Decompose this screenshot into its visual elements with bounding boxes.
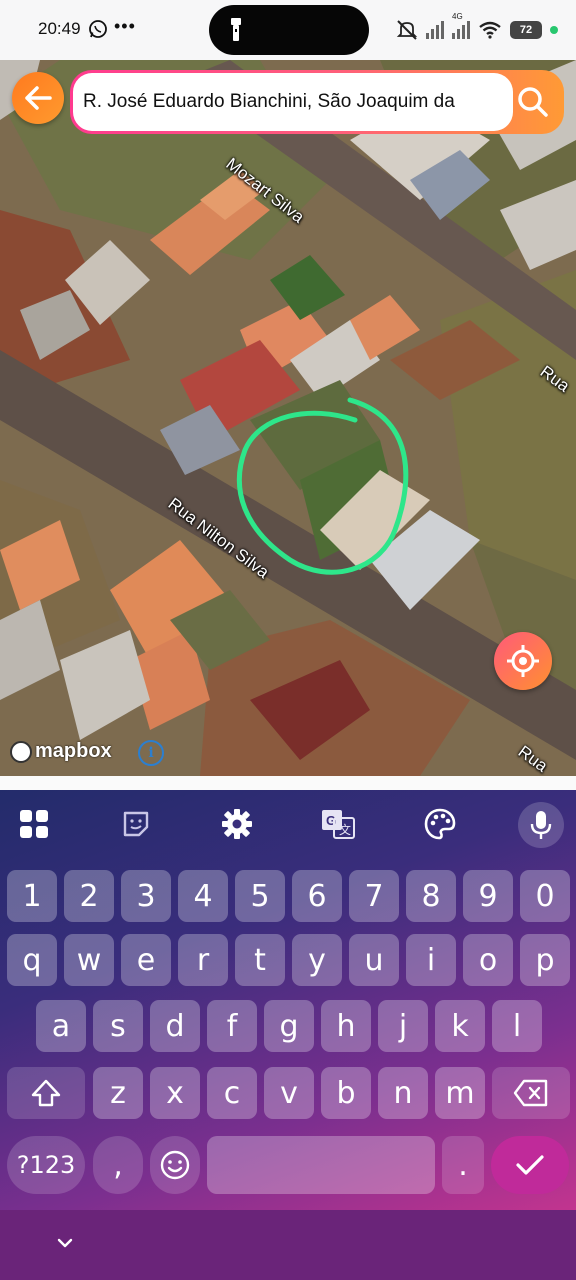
status-bar: 20:49 ••• 4G 72 (0, 0, 576, 60)
privacy-indicator-dot (550, 26, 558, 34)
symbols-key[interactable]: ?123 (7, 1136, 85, 1194)
key-r[interactable]: r (178, 934, 228, 986)
mapbox-logo-text: mapbox (35, 740, 112, 762)
comma-key[interactable]: , (93, 1136, 143, 1194)
keyboard: G 文 1 2 3 4 5 6 7 8 9 0 q w e r t y u i … (0, 790, 576, 1210)
sticker-icon (123, 811, 149, 837)
key-j[interactable]: j (378, 1000, 428, 1052)
status-time: 20:49 (38, 19, 81, 38)
wifi-icon (479, 21, 501, 39)
key-l[interactable]: l (492, 1000, 542, 1052)
space-key[interactable] (207, 1136, 435, 1194)
mapbox-logo[interactable]: mapbox (10, 740, 112, 763)
enter-key[interactable] (491, 1136, 569, 1194)
attribution-info-button[interactable]: i (138, 740, 164, 766)
keyboard-toolbar: G 文 (0, 790, 576, 860)
key-q[interactable]: q (7, 934, 57, 986)
mute-icon (396, 20, 418, 40)
search-button[interactable] (508, 77, 558, 127)
key-2[interactable]: 2 (64, 870, 114, 922)
key-x[interactable]: x (150, 1067, 200, 1119)
my-location-button[interactable] (494, 632, 552, 690)
key-i[interactable]: i (406, 934, 456, 986)
shift-key[interactable] (7, 1067, 85, 1119)
flashlight-icon (231, 18, 241, 41)
crosshair-icon (507, 645, 539, 677)
camera-island (209, 5, 369, 55)
theme-button[interactable] (420, 804, 460, 844)
key-o[interactable]: o (463, 934, 513, 986)
key-e[interactable]: e (121, 934, 171, 986)
navigation-bar (0, 1210, 576, 1280)
key-h[interactable]: h (321, 1000, 371, 1052)
translate-button[interactable]: G 文 (318, 804, 358, 844)
period-key[interactable]: . (442, 1136, 484, 1194)
key-1[interactable]: 1 (7, 870, 57, 922)
key-m[interactable]: m (435, 1067, 485, 1119)
key-n[interactable]: n (378, 1067, 428, 1119)
apps-grid-button[interactable] (14, 804, 54, 844)
key-s[interactable]: s (93, 1000, 143, 1052)
key-u[interactable]: u (349, 934, 399, 986)
voice-input-button[interactable] (518, 802, 564, 848)
key-p[interactable]: p (520, 934, 570, 986)
emoji-key[interactable] (150, 1136, 200, 1194)
whatsapp-icon (89, 20, 107, 38)
key-a[interactable]: a (36, 1000, 86, 1052)
battery-indicator: 72 (510, 21, 542, 39)
sticker-button[interactable] (116, 804, 156, 844)
more-notifications-icon: ••• (114, 16, 136, 36)
hide-keyboard-chevron-down-icon[interactable] (54, 1232, 76, 1254)
back-button[interactable] (12, 72, 64, 124)
key-g[interactable]: g (264, 1000, 314, 1052)
back-arrow-icon (25, 86, 52, 110)
key-3[interactable]: 3 (121, 870, 171, 922)
gear-icon (222, 809, 252, 839)
key-7[interactable]: 7 (349, 870, 399, 922)
key-0[interactable]: 0 (520, 870, 570, 922)
key-5[interactable]: 5 (235, 870, 285, 922)
key-k[interactable]: k (435, 1000, 485, 1052)
key-6[interactable]: 6 (292, 870, 342, 922)
settings-button[interactable] (217, 804, 257, 844)
key-8[interactable]: 8 (406, 870, 456, 922)
key-9[interactable]: 9 (463, 870, 513, 922)
search-input[interactable]: R. José Eduardo Bianchini, São Joaquim d… (73, 73, 513, 131)
key-b[interactable]: b (321, 1067, 371, 1119)
backspace-key[interactable] (492, 1067, 570, 1119)
key-t[interactable]: t (235, 934, 285, 986)
key-d[interactable]: d (150, 1000, 200, 1052)
shift-icon (31, 1079, 61, 1107)
checkmark-icon (516, 1155, 544, 1175)
translate-icon: G 文 (322, 810, 355, 839)
key-w[interactable]: w (64, 934, 114, 986)
signal-4g-icon: 4G (452, 12, 470, 39)
map-divider (0, 776, 576, 790)
microphone-icon (530, 811, 552, 839)
key-y[interactable]: y (292, 934, 342, 986)
key-c[interactable]: c (207, 1067, 257, 1119)
svg-text:文: 文 (339, 822, 351, 837)
search-bar: R. José Eduardo Bianchini, São Joaquim d… (70, 70, 564, 134)
status-icons: 4G 72 (396, 12, 558, 44)
search-query-text: R. José Eduardo Bianchini, São Joaquim d… (83, 91, 455, 112)
grid-icon (20, 810, 48, 838)
emoji-icon (160, 1150, 190, 1180)
key-z[interactable]: z (93, 1067, 143, 1119)
search-icon (518, 87, 548, 117)
key-4[interactable]: 4 (178, 870, 228, 922)
highlight-circle (236, 397, 409, 575)
key-v[interactable]: v (264, 1067, 314, 1119)
map-view[interactable]: Mozart Silva Rua Nilton Silva Rua Rua R.… (0, 60, 576, 776)
mapbox-logo-icon (10, 740, 32, 763)
backspace-icon (513, 1079, 548, 1107)
palette-icon (424, 808, 456, 840)
signal-icon (426, 21, 444, 39)
key-f[interactable]: f (207, 1000, 257, 1052)
